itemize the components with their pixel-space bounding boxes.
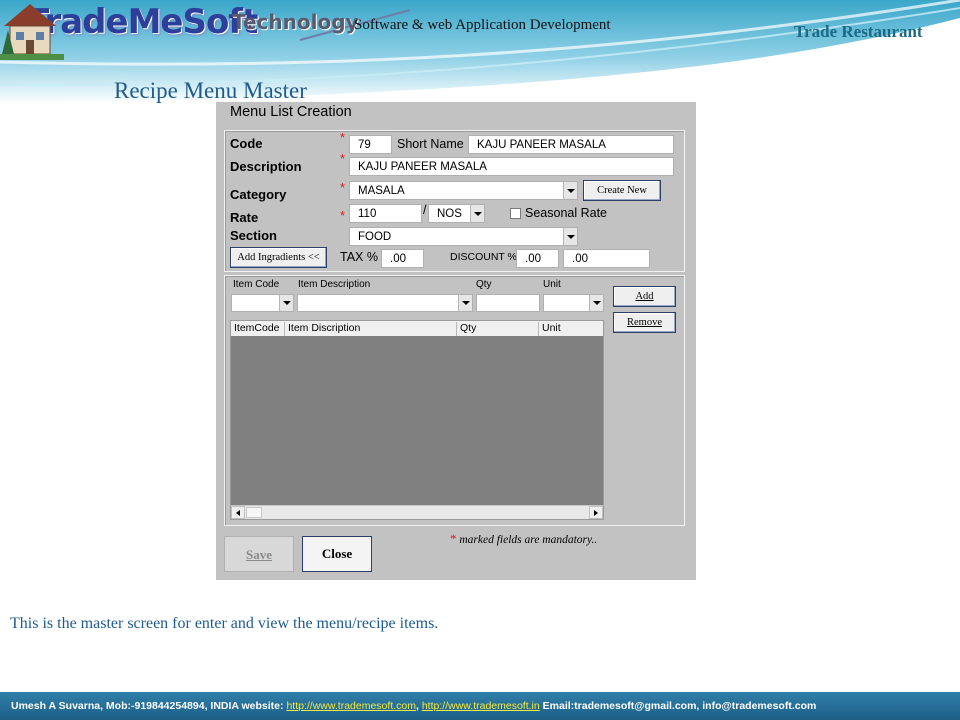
item-description-select[interactable] [297,294,473,312]
rate-label: Rate [230,210,259,225]
unit-select[interactable]: NOS [428,204,485,223]
discount-label: DISCOUNT % [450,251,517,263]
scroll-left-icon[interactable] [231,506,245,519]
items-grid[interactable]: ItemCode Item Discription Qty Unit [230,320,604,520]
grid-col-description[interactable]: Item Discription [284,322,456,336]
footer-email: Email:trademesoft@gmail.com, info@tradem… [539,700,817,712]
description-field[interactable]: KAJU PANEER MASALA [349,157,674,176]
rate-unit-separator: / [423,203,427,217]
rate-field[interactable]: 110 [349,204,422,223]
qty-field[interactable] [476,294,540,312]
section-label: Section [230,228,277,243]
description-label: Description [230,159,302,174]
code-label: Code [230,136,263,151]
horizontal-scrollbar[interactable] [231,505,603,519]
add-button[interactable]: Add [613,286,676,307]
grid-header: ItemCode Item Discription Qty Unit [231,321,603,336]
grid-col-itemcode[interactable]: ItemCode [231,322,284,336]
discount-amount-field[interactable]: .00 [563,249,650,268]
brand-name: Trade Restaurant [794,22,923,41]
chevron-down-icon[interactable] [563,182,577,199]
remove-button[interactable]: Remove [613,312,676,333]
footer: Umesh A Suvarna, Mob:-919844254894, INDI… [0,692,960,720]
short-name-label: Short Name [397,137,464,151]
mandatory-note: * marked fields are mandatory.. [450,531,597,547]
discount-percent-field[interactable]: .00 [516,249,559,268]
scroll-thumb[interactable] [246,507,262,518]
house-icon [0,4,64,60]
item-code-select[interactable] [231,294,294,312]
seasonal-rate-checkbox[interactable] [510,208,521,219]
section-select[interactable]: FOOD [349,227,578,246]
chevron-down-icon[interactable] [458,295,472,311]
chevron-down-icon[interactable] [279,295,293,311]
chevron-down-icon[interactable] [589,295,603,311]
category-value: MASALA [358,185,405,197]
item-description-header: Item Description [298,279,371,290]
tagline: Software & web Application Development [354,17,611,33]
category-label: Category [230,187,287,202]
required-star: * [340,180,346,195]
add-ingredients-button[interactable]: Add Ingradients << [230,247,327,268]
code-field[interactable]: 79 [349,135,392,154]
item-code-header: Item Code [233,279,280,290]
seasonal-rate-label: Seasonal Rate [525,206,608,220]
grid-col-qty[interactable]: Qty [456,322,538,336]
short-name-field[interactable]: KAJU PANEER MASALA [468,135,674,154]
required-star: * [340,130,346,145]
scroll-right-icon[interactable] [589,506,603,519]
logo-subtitle: Technology [232,10,359,34]
qty-header: Qty [476,279,492,290]
chevron-down-icon[interactable] [563,228,577,245]
required-star: * [340,151,346,166]
required-star: * [450,531,457,546]
footer-link-com[interactable]: http://www.trademesoft.com [286,700,416,712]
close-button[interactable]: Close [302,536,372,572]
unit-header: Unit [543,279,561,290]
footer-contact: Umesh A Suvarna, Mob:-919844254894, INDI… [11,700,287,712]
page-title: Recipe Menu Master [114,78,307,103]
mandatory-note-text: marked fields are mandatory.. [459,534,598,546]
grid-col-unit[interactable]: Unit [538,322,603,336]
chevron-down-icon[interactable] [470,205,484,222]
tax-field[interactable]: .00 [381,249,424,268]
unit-value: NOS [437,208,462,220]
description-caption: This is the master screen for enter and … [10,615,439,632]
category-select[interactable]: MASALA [349,181,578,200]
footer-link-in[interactable]: http://www.trademesoft.in [422,700,540,712]
form-title: Menu List Creation [230,104,352,120]
section-value: FOOD [358,231,392,243]
menu-list-form: Menu List Creation Code Description Cate… [216,102,696,580]
tax-label: TAX % [340,250,378,264]
required-star: * [340,208,346,223]
create-new-button[interactable]: Create New [583,180,661,201]
unit-item-select[interactable] [543,294,604,312]
save-button[interactable]: Save [224,536,294,572]
